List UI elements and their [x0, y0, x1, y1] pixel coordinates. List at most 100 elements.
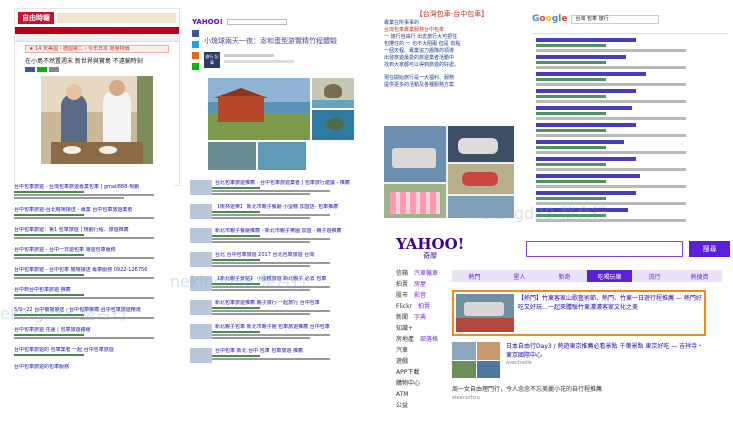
google-logo[interactable]: Google: [532, 14, 567, 24]
result-item[interactable]: 台中到台中包車旅遊 推薦: [14, 287, 174, 299]
hero-photo[interactable]: [208, 78, 310, 140]
article-thumbnails[interactable]: [452, 342, 501, 378]
menu-item[interactable]: 信箱 汽車機車: [396, 268, 442, 279]
result-item[interactable]: 台中包車旅遊 - 台中一日遊包車 導遊包車服務: [14, 247, 174, 259]
news-logo[interactable]: 自由時報: [18, 12, 54, 24]
tab-trending[interactable]: 熱搜資: [677, 270, 722, 282]
yahoo-logo[interactable]: YAHOO!: [192, 18, 223, 26]
menu-item[interactable]: 購物中心: [396, 378, 442, 389]
yahoo-tw-header: YAHOO! 奇摩 搜尋: [390, 234, 730, 264]
author-avatar[interactable]: 旅行 記事: [204, 52, 220, 68]
post-meta-detail: [224, 60, 294, 63]
news-nav-bar[interactable]: [15, 27, 179, 34]
facebook-share-button[interactable]: [25, 67, 35, 72]
rock-photo[interactable]: [312, 78, 354, 108]
search-input[interactable]: [226, 19, 287, 25]
article-photo: [41, 76, 153, 164]
article-item[interactable]: 周一女自由理門行，今人念念不忘美麗小花的自行程推薦 eleanorhsu: [452, 384, 706, 401]
result-item[interactable]: [536, 157, 728, 174]
news-article-panel: 自由時報 ★ 14 天美國・德國第二・今年日本 限量特價 在小島不然置週末 新世…: [14, 8, 180, 186]
result-item[interactable]: 台中包車旅遊 花蓮 | 包車旅遊路線: [14, 327, 174, 339]
turtle-photo[interactable]: [312, 110, 354, 140]
facebook-icon[interactable]: [192, 30, 199, 37]
blog-item[interactable]: 台北 台中包車旅遊 2017 台北包車旅遊 台灣: [190, 252, 374, 268]
result-item[interactable]: 台中包車旅遊 - 台中包車 機場接送 專車服務 0922-126756: [14, 267, 174, 279]
result-item[interactable]: 台中包車旅遊：第1 包車旅遊 | 規劃行程、旅遊推薦: [14, 227, 174, 239]
tab-stars[interactable]: 星人: [497, 270, 542, 282]
service-menu: 信箱 汽車機車 拍賣 房屋 股市 影音 Flickr 拍賣 新聞 字典 知識+ 房地產 部落…: [396, 268, 442, 411]
tab-news[interactable]: 新奇: [542, 270, 587, 282]
blog-item[interactable]: 【新北親子景點】 小蛋糕旅遊 新北親子 必去 包車: [190, 276, 374, 292]
menu-item[interactable]: 遊戲: [396, 356, 442, 367]
blog-item[interactable]: 台北包車旅遊推薦 - 台中包車旅遊業者 | 包車旅行建議 - 推薦: [190, 180, 374, 196]
menu-item[interactable]: 新聞 字典: [396, 312, 442, 323]
article-title[interactable]: 日本自由行Day3 / 熱遊東京推薦必看景點 千葉景點 東京好吃 — 吉祥寺・東…: [506, 342, 706, 360]
sea-photo[interactable]: [258, 142, 306, 170]
plurk-icon[interactable]: [192, 52, 199, 59]
tour-photo-collage: [384, 126, 514, 218]
tab-lifestyle[interactable]: 吃喝玩樂: [587, 270, 632, 282]
result-item[interactable]: 台中包車旅遊 - 台灣包車旅遊專業包車 | gmail888-規劃: [14, 184, 174, 199]
twitter-icon[interactable]: [192, 41, 199, 48]
yahoo-blog-panel: YAHOO! 小琉球兩天一夜：澎和蛋型游覽精竹程體驗 旅行 記事: [192, 16, 362, 186]
featured-article[interactable]: 【熱門】竹東客家山歌藝術節、熱門、竹東一日遊行程推薦 — 熱門好吃又好玩…一起來…: [452, 290, 706, 336]
result-item[interactable]: 台中包車旅遊-台北機場接送 - 專業 台中包車旅遊業者: [14, 207, 174, 219]
coast-photo[interactable]: [208, 142, 256, 170]
result-item[interactable]: [536, 72, 728, 89]
search-input[interactable]: [526, 241, 684, 257]
result-item[interactable]: [536, 89, 728, 106]
menu-item[interactable]: ATM: [396, 389, 442, 400]
featured-thumbnail[interactable]: [456, 294, 514, 332]
blog-item[interactable]: 台中包車 新北 台中 包車 包車旅遊 推薦: [190, 348, 374, 363]
line-share-button[interactable]: [37, 67, 47, 72]
menu-item[interactable]: 房地產 部落格: [396, 334, 442, 345]
menu-item[interactable]: 公益: [396, 400, 442, 411]
info-title: 【台灣包車-台中包車】: [415, 10, 489, 18]
ad-banner[interactable]: [57, 13, 176, 23]
search-input[interactable]: 台灣 包車 旅行: [571, 14, 660, 24]
menu-item[interactable]: 汽車: [396, 345, 442, 356]
news-sub-nav[interactable]: [15, 34, 179, 42]
google-tabs[interactable]: [532, 26, 728, 34]
featured-title[interactable]: 【熱門】竹東客家山歌藝術節、熱門、竹東一日遊行程推薦 — 熱門好吃又好玩…一起來…: [518, 294, 702, 332]
menu-item[interactable]: 拍賣 房屋: [396, 279, 442, 290]
article-source: avectoelle: [506, 360, 532, 366]
menu-item[interactable]: Flickr 拍賣: [396, 301, 442, 312]
post-title[interactable]: 小琉球兩天一夜：澎和蛋型游覽精竹程體驗: [204, 36, 337, 46]
article-title[interactable]: 周一女自由理門行，今人念念不忘美麗小花的自行程推薦: [452, 384, 706, 393]
share-buttons: [25, 67, 169, 72]
result-item[interactable]: [536, 140, 728, 157]
tab-fashion[interactable]: 流行: [632, 270, 677, 282]
menu-item[interactable]: 股市 影音: [396, 290, 442, 301]
blog-item[interactable]: 新北市親子餐廳推薦 - 新北市親子樂園 加盟 - 親子遊推薦: [190, 228, 374, 244]
print-button[interactable]: [49, 67, 59, 72]
line-icon[interactable]: [192, 63, 199, 70]
result-item[interactable]: 台中包車旅遊的 包車業者 一起 台中包車旅遊: [14, 347, 174, 356]
category-tabs: 熱門 星人 新奇 吃喝玩樂 流行 熱搜資: [452, 270, 722, 282]
search-button[interactable]: 搜尋: [689, 241, 730, 257]
tab-hot[interactable]: 熱門: [452, 270, 497, 282]
blog-item[interactable]: 【桃林遊樂】 新北市親子餐廳 小蛋糕 加盟店- 包車推薦: [190, 204, 374, 220]
article-item[interactable]: 日本自由行Day3 / 熱遊東京推薦必看景點 千葉景點 東京好吃 — 吉祥寺・東…: [452, 342, 706, 382]
result-item[interactable]: [536, 191, 728, 208]
result-item[interactable]: 5/9~22 台中機場接送 - 台中包車推薦 台中包車旅遊精選: [14, 307, 174, 319]
blog-item[interactable]: 新北親子包車 新北市親子館 包車旅遊推薦 台中包車: [190, 324, 374, 340]
result-item[interactable]: 台中包車旅遊的包車服務: [14, 364, 174, 370]
result-item[interactable]: [536, 55, 728, 72]
google-results-panel: Google 台灣 包車 旅行: [532, 12, 728, 232]
yahoo-tw-panel: YAHOO! 奇摩 搜尋 信箱 汽車機車 拍賣 房屋 股市 影音 Flickr 拍賣 新…: [390, 234, 730, 414]
blog-list-panel: 台北包車旅遊推薦 - 台中包車旅遊業者 | 包車旅行建議 - 推薦 【桃林遊樂】…: [190, 180, 374, 394]
blog-item[interactable]: 新北包車旅遊推薦 親子旅行 一起旅行 台中包車: [190, 300, 374, 316]
menu-item[interactable]: 知識+: [396, 323, 442, 334]
result-item[interactable]: [536, 123, 728, 140]
search-results-panel: 台中包車旅遊 - 台灣包車旅遊專業包車 | gmail888-規劃 台中包車旅遊…: [14, 184, 174, 384]
yahoo-tw-logo[interactable]: YAHOO! 奇摩: [396, 237, 464, 261]
post-meta: [224, 54, 274, 57]
promo-alert[interactable]: ★ 14 天美國・德國第二・今年日本 限量特價: [25, 45, 169, 53]
result-item[interactable]: [536, 106, 728, 123]
result-item[interactable]: [536, 174, 728, 191]
result-item[interactable]: [536, 208, 728, 225]
menu-item[interactable]: APP下載: [396, 367, 442, 378]
result-item[interactable]: [536, 38, 728, 55]
article-source: eleanorhsu: [452, 395, 480, 401]
